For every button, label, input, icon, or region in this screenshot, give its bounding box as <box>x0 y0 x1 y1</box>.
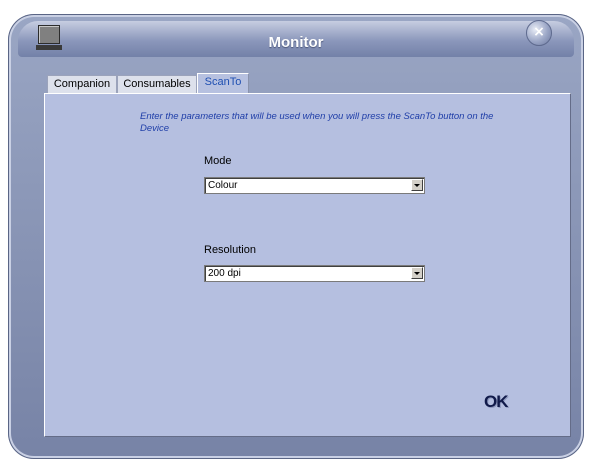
scanto-panel: Enter the parameters that will be used w… <box>44 93 571 437</box>
mode-label: Mode <box>204 155 232 167</box>
resolution-select[interactable]: 200 dpi <box>204 265 425 282</box>
title-bar[interactable]: Monitor <box>18 21 574 57</box>
instructions-text: Enter the parameters that will be used w… <box>140 111 494 134</box>
chevron-down-icon[interactable] <box>411 179 423 191</box>
mode-value: Colour <box>208 180 238 191</box>
tab-companion[interactable]: Companion <box>47 75 117 93</box>
chevron-down-icon[interactable] <box>411 267 423 279</box>
resolution-label: Resolution <box>204 244 256 256</box>
monitor-icon <box>36 25 62 51</box>
tab-consumables[interactable]: Consumables <box>117 75 197 93</box>
ok-button[interactable]: OK <box>484 392 514 412</box>
tab-scanto[interactable]: ScanTo <box>197 73 249 93</box>
resolution-value: 200 dpi <box>208 268 241 279</box>
window-title: Monitor <box>268 34 324 51</box>
close-icon[interactable]: × <box>526 20 552 46</box>
mode-select[interactable]: Colour <box>204 177 425 194</box>
